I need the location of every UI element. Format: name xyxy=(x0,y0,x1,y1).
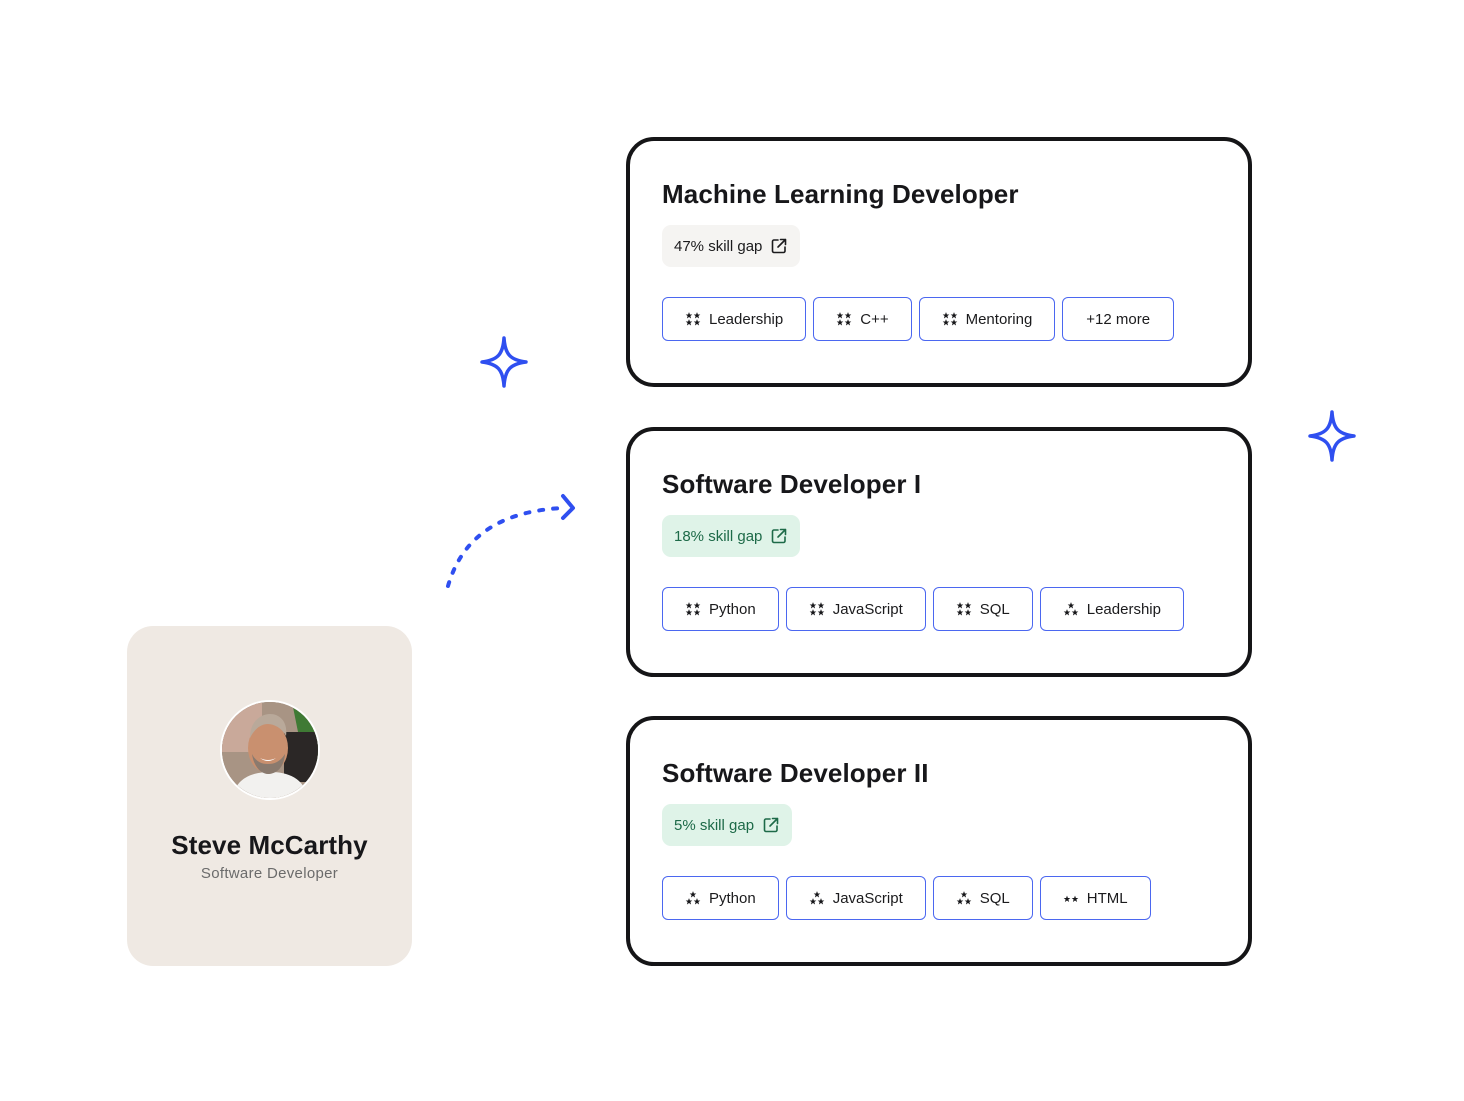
three-stars-icon xyxy=(956,891,972,905)
skill-label: Leadership xyxy=(709,310,784,328)
skill-pill[interactable]: Leadership xyxy=(662,297,807,341)
external-link-icon xyxy=(772,238,787,254)
more-skills-button[interactable]: +12 more xyxy=(1062,297,1175,341)
skill-pill[interactable]: Python xyxy=(662,876,779,920)
skill-gap-label: 47% skill gap xyxy=(674,237,763,255)
four-stars-icon xyxy=(685,312,701,326)
skill-gap-badge[interactable]: 18% skill gap xyxy=(662,515,801,557)
skill-label: SQL xyxy=(979,600,1010,618)
avatar xyxy=(219,700,320,800)
skill-label: JavaScript xyxy=(832,889,903,907)
skill-pill[interactable]: Mentoring xyxy=(918,297,1056,341)
skill-gap-badge[interactable]: 5% skill gap xyxy=(662,804,793,846)
four-stars-icon xyxy=(956,602,972,616)
profile-role: Software Developer xyxy=(200,865,339,882)
skill-pill[interactable]: SQL xyxy=(932,876,1033,920)
external-link-icon xyxy=(763,817,779,833)
job-title: Machine Learning Developer xyxy=(662,179,1019,209)
profile-card[interactable]: Steve McCarthy Software Developer xyxy=(127,626,412,966)
four-stars-icon xyxy=(685,602,701,616)
skill-pill[interactable]: JavaScript xyxy=(785,587,926,631)
skill-list: Python JavaScript SQL Leadership xyxy=(662,587,1184,631)
skill-label: JavaScript xyxy=(832,600,903,618)
skill-label: HTML xyxy=(1086,889,1128,907)
skill-list: Leadership C++ Mentoring +12 more xyxy=(662,297,1175,341)
skill-pill[interactable]: Python xyxy=(662,587,779,631)
skill-list: Python JavaScript SQL HTML xyxy=(662,876,1151,920)
skill-pill[interactable]: Leadership xyxy=(1039,587,1184,631)
skill-label: Leadership xyxy=(1086,600,1161,618)
four-stars-icon xyxy=(836,312,852,326)
skill-label: C++ xyxy=(860,310,889,328)
skill-pill[interactable]: JavaScript xyxy=(785,876,926,920)
three-stars-icon xyxy=(809,891,825,905)
four-stars-icon xyxy=(942,312,958,326)
job-title: Software Developer II xyxy=(662,758,929,788)
more-skills-label: +12 more xyxy=(1086,310,1151,328)
skill-gap-label: 18% skill gap xyxy=(674,527,763,545)
three-stars-icon xyxy=(685,891,701,905)
skill-pill[interactable]: HTML xyxy=(1039,876,1151,920)
skill-label: Python xyxy=(709,889,756,907)
job-card-machine-learning-developer[interactable]: Machine Learning Developer 47% skill gap… xyxy=(626,137,1252,387)
two-stars-icon xyxy=(1063,891,1079,905)
skill-label: SQL xyxy=(979,889,1010,907)
skill-pill[interactable]: SQL xyxy=(932,587,1033,631)
skill-pill[interactable]: C++ xyxy=(813,297,912,341)
skill-gap-badge[interactable]: 47% skill gap xyxy=(662,225,801,267)
sparkle-icon xyxy=(1308,410,1356,462)
profile-name: Steve McCarthy xyxy=(171,830,368,860)
dotted-curved-arrow-icon xyxy=(446,494,575,588)
external-link-icon xyxy=(772,528,787,544)
sparkle-icon xyxy=(480,336,528,388)
skill-label: Python xyxy=(709,600,756,618)
job-card-software-developer-i[interactable]: Software Developer I 18% skill gap Pytho… xyxy=(626,427,1252,677)
three-stars-icon xyxy=(1063,602,1079,616)
skill-label: Mentoring xyxy=(965,310,1033,328)
job-title: Software Developer I xyxy=(662,469,922,499)
job-card-software-developer-ii[interactable]: Software Developer II 5% skill gap Pytho… xyxy=(626,716,1252,966)
four-stars-icon xyxy=(809,602,825,616)
skill-gap-label: 5% skill gap xyxy=(674,816,755,834)
person-photo-icon xyxy=(221,702,318,798)
